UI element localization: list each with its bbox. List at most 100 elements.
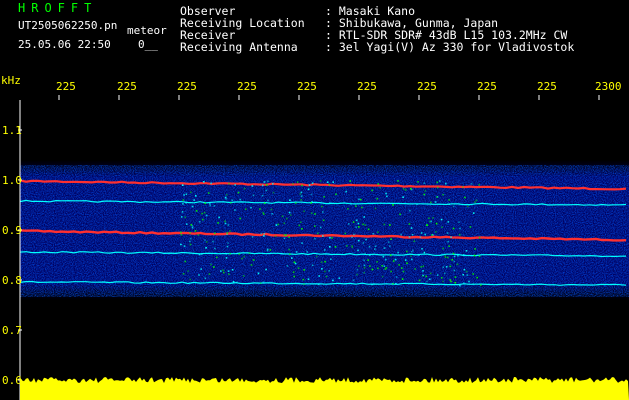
signal-speckle <box>423 193 426 196</box>
signal-speckle <box>345 190 347 193</box>
signal-speckle <box>229 230 231 232</box>
signal-speckle <box>426 280 428 283</box>
signal-speckle <box>439 180 441 182</box>
signal-speckle <box>364 224 366 226</box>
signal-speckle <box>452 205 455 208</box>
signal-speckle <box>358 198 360 201</box>
signal-speckle <box>476 276 478 279</box>
signal-speckle <box>239 198 241 201</box>
signal-speckle <box>209 204 212 207</box>
signal-speckle <box>260 282 262 284</box>
signal-speckle <box>277 223 280 226</box>
signal-speckle <box>190 237 192 240</box>
signal-speckle <box>180 243 182 246</box>
signal-speckle <box>389 254 392 257</box>
signal-speckle <box>449 279 451 281</box>
signal-speckle <box>195 210 198 212</box>
signal-speckle <box>262 211 264 214</box>
signal-speckle <box>402 196 404 198</box>
signal-speckle <box>286 265 289 267</box>
signal-speckle <box>289 253 291 255</box>
signal-speckle <box>283 237 286 240</box>
signal-speckle <box>454 276 457 278</box>
signal-speckle <box>225 198 228 200</box>
signal-speckle <box>295 251 298 253</box>
signal-speckle <box>324 249 326 251</box>
signal-speckle <box>382 255 385 258</box>
signal-speckle <box>300 221 302 223</box>
signal-speckle <box>456 263 459 266</box>
signal-speckle <box>204 202 206 205</box>
signal-speckle <box>419 236 422 239</box>
signal-speckle <box>475 199 478 202</box>
signal-speckle <box>257 272 260 275</box>
signal-speckle <box>363 266 366 269</box>
signal-speckle <box>404 189 407 191</box>
time-tick: 225 <box>417 80 437 93</box>
signal-speckle <box>474 201 476 203</box>
signal-speckle <box>428 217 430 219</box>
signal-speckle <box>332 279 334 282</box>
signal-speckle <box>329 237 331 239</box>
signal-speckle <box>383 247 386 249</box>
signal-speckle <box>261 184 264 187</box>
signal-speckle <box>372 253 374 256</box>
signal-speckle <box>218 216 220 219</box>
signal-speckle <box>436 181 439 184</box>
signal-speckle <box>355 219 358 222</box>
signal-speckle <box>262 281 265 284</box>
signal-speckle <box>368 245 371 248</box>
signal-speckle <box>317 232 319 235</box>
time-tick: 225 <box>177 80 197 93</box>
signal-speckle <box>310 212 313 214</box>
signal-speckle <box>202 218 204 221</box>
signal-speckle <box>289 199 291 201</box>
signal-speckle <box>414 268 416 270</box>
signal-speckle <box>228 273 230 275</box>
signal-speckle <box>356 273 358 276</box>
signal-speckle <box>222 269 224 272</box>
signal-speckle <box>275 224 278 226</box>
signal-speckle <box>315 255 318 258</box>
signal-speckle <box>452 227 455 230</box>
signal-speckle <box>250 206 252 209</box>
signal-speckle <box>390 270 392 273</box>
signal-speckle <box>311 264 314 267</box>
signal-speckle <box>195 195 197 197</box>
signal-speckle <box>417 181 419 183</box>
signal-speckle <box>183 194 185 196</box>
signal-speckle <box>281 215 284 218</box>
signal-speckle <box>426 224 429 226</box>
signal-speckle <box>226 233 228 236</box>
signal-speckle <box>318 275 320 277</box>
signal-speckle <box>267 180 269 183</box>
signal-speckle <box>389 245 391 247</box>
signal-speckle <box>187 270 189 272</box>
signal-speckle <box>355 205 357 207</box>
signal-speckle <box>300 191 303 194</box>
signal-speckle <box>357 222 360 225</box>
signal-speckle <box>274 235 277 237</box>
signal-speckle <box>381 275 384 278</box>
signal-speckle <box>329 246 331 248</box>
signal-speckle <box>425 275 427 278</box>
signal-speckle <box>292 183 294 185</box>
signal-speckle <box>448 245 450 247</box>
signal-speckle <box>435 231 437 233</box>
signal-speckle <box>324 270 326 273</box>
signal-speckle <box>286 217 288 220</box>
signal-speckle <box>191 205 194 208</box>
signal-speckle <box>216 256 218 259</box>
signal-speckle <box>410 188 412 190</box>
signal-speckle <box>314 237 316 240</box>
signal-speckle <box>220 270 222 272</box>
signal-speckle <box>454 281 457 284</box>
signal-speckle <box>432 217 434 219</box>
signal-speckle <box>237 191 240 194</box>
app-title: HROFFT <box>18 1 98 15</box>
signal-speckle <box>265 268 267 271</box>
signal-speckle <box>402 270 405 273</box>
signal-speckle <box>194 230 197 232</box>
signal-speckle <box>399 213 401 216</box>
signal-speckle <box>418 254 420 256</box>
